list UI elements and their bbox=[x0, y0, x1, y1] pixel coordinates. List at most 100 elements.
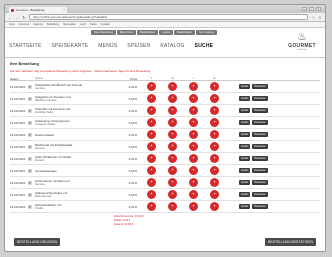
bookmark-item[interactable]: Catering bbox=[33, 23, 43, 26]
nav-suche[interactable]: SUCHE bbox=[195, 43, 214, 49]
details-button[interactable]: Details bbox=[239, 144, 251, 149]
details-button[interactable]: Details bbox=[239, 204, 251, 209]
size-xl-button[interactable]: + bbox=[210, 190, 219, 199]
size-m-button[interactable]: + bbox=[168, 82, 177, 91]
nav-katalog[interactable]: KATALOG bbox=[160, 43, 184, 49]
print-order-button[interactable]: BESTELLUNG DRUCKEN bbox=[14, 238, 61, 246]
edit-button[interactable]: Bearbeiten bbox=[252, 192, 268, 197]
size-xl-button[interactable]: + bbox=[210, 142, 219, 151]
edit-button[interactable]: Bearbeiten bbox=[252, 180, 268, 185]
nav-menus[interactable]: MENÜS bbox=[98, 43, 117, 49]
size-l-button[interactable]: + bbox=[189, 142, 198, 151]
bookmark-item[interactable]: Apps bbox=[9, 23, 15, 26]
bookmark-item[interactable]: Bestellung bbox=[47, 23, 59, 26]
nav-speisen[interactable]: SPEISEN bbox=[127, 43, 150, 49]
bookmark-item[interactable]: Login bbox=[80, 23, 86, 26]
size-l-button[interactable]: + bbox=[189, 166, 198, 175]
bookmark-item[interactable]: Speiseplan bbox=[63, 23, 76, 26]
nav-startseite[interactable]: STARTSEITE bbox=[9, 43, 41, 49]
edit-button[interactable]: Bearbeiten bbox=[252, 96, 268, 101]
size-m-button[interactable]: + bbox=[168, 118, 177, 127]
size-m-button[interactable]: + bbox=[168, 106, 177, 115]
details-button[interactable]: Details bbox=[239, 156, 251, 161]
details-button[interactable]: Details bbox=[239, 108, 251, 113]
top-button[interactable]: Nur Leistung bbox=[196, 30, 217, 35]
size-l-button[interactable]: + bbox=[189, 154, 198, 163]
size-s-button[interactable]: + bbox=[147, 142, 156, 151]
top-button[interactable]: Bestellungen bbox=[137, 30, 159, 35]
size-l-button[interactable]: + bbox=[189, 118, 198, 127]
size-l-button[interactable]: + bbox=[189, 178, 198, 187]
details-button[interactable]: Details bbox=[239, 180, 251, 185]
top-button[interactable]: Mein Konto bbox=[117, 30, 137, 35]
size-l-button[interactable]: + bbox=[189, 82, 198, 91]
nav-speisekarte[interactable]: SPEISEKARTE bbox=[51, 43, 88, 49]
size-l-button[interactable]: + bbox=[189, 94, 198, 103]
size-s-button[interactable]: + bbox=[147, 202, 156, 211]
size-s-button[interactable]: + bbox=[147, 166, 156, 175]
size-xl-button[interactable]: + bbox=[210, 202, 219, 211]
size-m-button[interactable]: + bbox=[168, 190, 177, 199]
size-m-button[interactable]: + bbox=[168, 130, 177, 139]
size-s-button[interactable]: + bbox=[147, 82, 156, 91]
star-icon[interactable]: ☆ bbox=[311, 15, 315, 20]
size-xl-button[interactable]: + bbox=[210, 154, 219, 163]
size-xl-button[interactable]: + bbox=[210, 94, 219, 103]
size-m-button[interactable]: + bbox=[168, 178, 177, 187]
size-xl-button[interactable]: + bbox=[210, 130, 219, 139]
size-s-button[interactable]: + bbox=[147, 178, 156, 187]
size-m-button[interactable]: + bbox=[168, 94, 177, 103]
menu-icon[interactable]: ≡ bbox=[318, 15, 322, 20]
size-l-button[interactable]: + bbox=[189, 202, 198, 211]
details-button[interactable]: Details bbox=[239, 168, 251, 173]
maximize-button[interactable]: ▫ bbox=[309, 7, 314, 11]
top-button[interactable]: Bestellungen bbox=[174, 30, 196, 35]
size-l-button[interactable]: + bbox=[189, 106, 198, 115]
size-s-button[interactable]: + bbox=[147, 130, 156, 139]
size-s-button[interactable]: + bbox=[147, 154, 156, 163]
bookmark-item[interactable]: Kontakt bbox=[101, 23, 110, 26]
edit-button[interactable]: Bearbeiten bbox=[252, 144, 268, 149]
edit-button[interactable]: Bearbeiten bbox=[252, 168, 268, 173]
size-l-button[interactable]: + bbox=[189, 130, 198, 139]
size-xl-button[interactable]: + bbox=[210, 178, 219, 187]
size-m-button[interactable]: + bbox=[168, 142, 177, 151]
bookmark-item[interactable]: Gourmet bbox=[19, 23, 29, 26]
bookmark-item[interactable]: News bbox=[90, 23, 97, 26]
size-xl-button[interactable]: + bbox=[210, 82, 219, 91]
size-s-button[interactable]: + bbox=[147, 118, 156, 127]
details-button[interactable]: Details bbox=[239, 132, 251, 137]
details-button[interactable]: Details bbox=[239, 192, 251, 197]
close-window-button[interactable]: × bbox=[316, 7, 321, 11]
size-m-button[interactable]: + bbox=[168, 166, 177, 175]
forward-icon[interactable]: → bbox=[15, 15, 19, 20]
size-s-button[interactable]: + bbox=[147, 190, 156, 199]
edit-button[interactable]: Bearbeiten bbox=[252, 204, 268, 209]
details-button[interactable]: Details bbox=[239, 96, 251, 101]
edit-button[interactable]: Bearbeiten bbox=[252, 120, 268, 125]
edit-button[interactable]: Bearbeiten bbox=[252, 84, 268, 89]
size-s-button[interactable]: + bbox=[147, 106, 156, 115]
close-tab-icon[interactable]: × bbox=[63, 8, 65, 12]
details-button[interactable]: Details bbox=[239, 84, 251, 89]
size-xl-button[interactable]: + bbox=[210, 118, 219, 127]
edit-button[interactable]: Bearbeiten bbox=[252, 156, 268, 161]
size-xl-button[interactable]: + bbox=[210, 106, 219, 115]
details-button[interactable]: Details bbox=[239, 120, 251, 125]
top-button[interactable]: Neue Bestellung bbox=[91, 30, 117, 35]
size-xl-button[interactable]: + bbox=[210, 166, 219, 175]
size-s-button[interactable]: + bbox=[147, 94, 156, 103]
edit-button[interactable]: Bearbeiten bbox=[252, 108, 268, 113]
confirm-order-button[interactable]: BESTELLUNG BESTÄTIGEN bbox=[265, 238, 316, 246]
edit-button[interactable]: Bearbeiten bbox=[252, 132, 268, 137]
reload-icon[interactable]: ↻ bbox=[22, 15, 26, 20]
size-m-button[interactable]: + bbox=[168, 202, 177, 211]
gourmet-logo[interactable]: ♨ GOURMET Gut Essen bbox=[285, 32, 319, 52]
back-icon[interactable]: ← bbox=[8, 15, 12, 20]
size-l-button[interactable]: + bbox=[189, 190, 198, 199]
top-button[interactable]: Logout bbox=[159, 30, 174, 35]
address-bar[interactable]: https://i-blb2.gourmet.at/bestellung/bes… bbox=[29, 14, 308, 20]
browser-tab[interactable]: Gourmet - Bestellung × bbox=[9, 7, 67, 13]
minimize-button[interactable]: – bbox=[302, 7, 307, 11]
size-m-button[interactable]: + bbox=[168, 154, 177, 163]
